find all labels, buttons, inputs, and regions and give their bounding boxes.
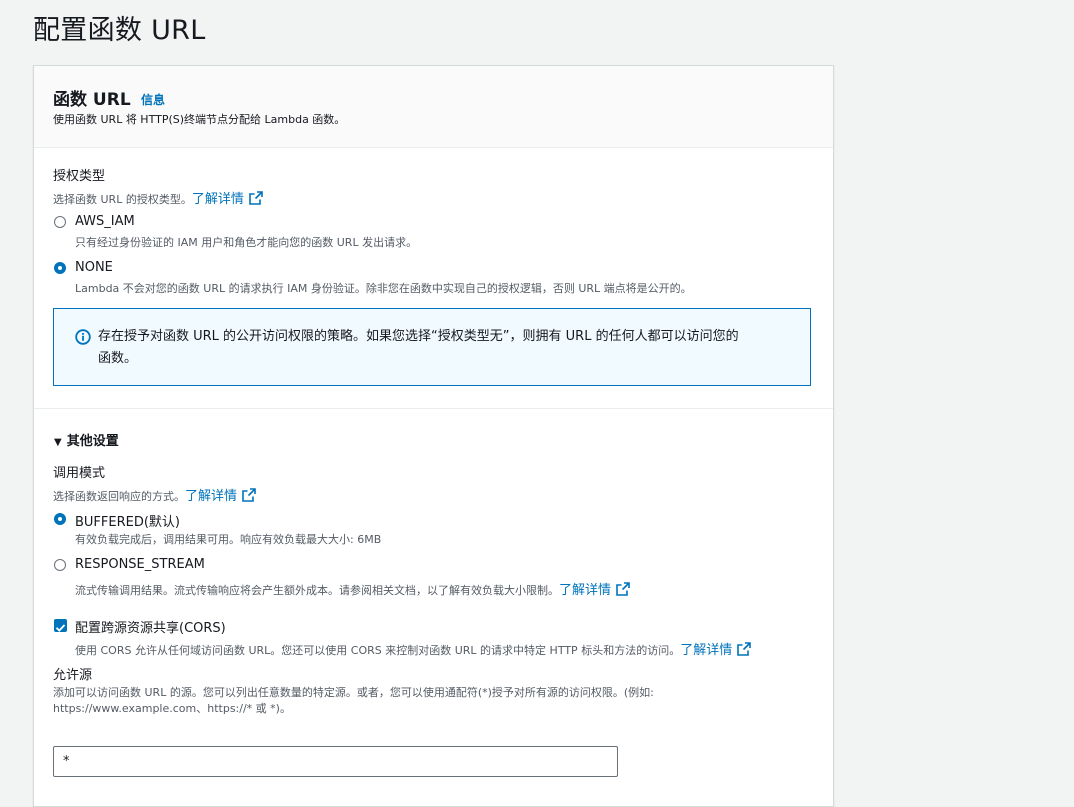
- alert-line-1: 存在授予对函数 URL 的公开访问权限的策略。如果您选择“授权类型无”，则拥有 …: [98, 329, 739, 344]
- invoke-learn-more-link[interactable]: 了解详情: [185, 488, 256, 504]
- radio-response-stream-label[interactable]: RESPONSE_STREAM: [75, 557, 205, 572]
- allow-origin-label: 允许源: [53, 668, 93, 683]
- stream-learn-more-text: 了解详情: [559, 583, 612, 598]
- radio-aws-iam[interactable]: [54, 216, 66, 228]
- cors-learn-more-link[interactable]: 了解详情: [680, 642, 752, 658]
- panel-title: 函数 URL: [53, 90, 131, 110]
- cors-label[interactable]: 配置跨源资源共享(CORS): [75, 617, 226, 636]
- radio-buffered-description: 有效负载完成后，调用结果可用。响应有效负载最大大小: 6MB: [75, 533, 382, 546]
- allow-origin-description: 添加可以访问函数 URL 的源。您可以列出任意数量的特定源。或者，您可以使用通配…: [53, 685, 654, 717]
- external-link-icon: [616, 582, 630, 596]
- invoke-learn-more-text: 了解详情: [185, 489, 238, 504]
- function-url-panel: 函数 URL 信息 使用函数 URL 将 HTTP(S)终端节点分配给 Lamb…: [33, 65, 834, 807]
- response-stream-description-text: 流式传输调用结果。流式传输响应将会产生额外成本。请参阅相关文档，以了解有效负载大…: [75, 584, 559, 597]
- external-link-icon: [242, 488, 256, 502]
- external-link-icon: [737, 642, 752, 656]
- auth-type-description-text: 选择函数 URL 的授权类型。: [53, 193, 192, 206]
- section-divider: [34, 408, 833, 409]
- public-access-alert: 存在授予对函数 URL 的公开访问权限的策略。如果您选择“授权类型无”，则拥有 …: [53, 308, 811, 386]
- allow-origin-description-line-1: 添加可以访问函数 URL 的源。您可以列出任意数量的特定源。或者，您可以使用通配…: [53, 686, 654, 699]
- auth-type-description: 选择函数 URL 的授权类型。了解详情: [53, 188, 263, 207]
- cors-description-text: 使用 CORS 允许从任何域访问函数 URL。您还可以使用 CORS 来控制对函…: [75, 644, 681, 657]
- radio-none[interactable]: [54, 262, 66, 274]
- invoke-mode-description: 选择函数返回响应的方式。了解详情: [53, 485, 256, 504]
- invoke-mode-label: 调用模式: [53, 466, 106, 481]
- additional-settings-label: 其他设置: [66, 434, 119, 449]
- invoke-mode-description-text: 选择函数返回响应的方式。: [53, 490, 185, 503]
- auth-type-label: 授权类型: [53, 169, 106, 184]
- cors-learn-more-text: 了解详情: [680, 643, 733, 658]
- stream-learn-more-link[interactable]: 了解详情: [559, 582, 630, 598]
- info-link[interactable]: 信息: [141, 91, 165, 108]
- radio-none-label[interactable]: NONE: [75, 260, 113, 275]
- allow-origin-input[interactable]: [53, 746, 618, 777]
- allow-origin-description-line-2: https://www.example.com、https://* 或 *)。: [53, 702, 291, 715]
- radio-response-stream-description: 流式传输调用结果。流式传输响应将会产生额外成本。请参阅相关文档，以了解有效负载大…: [75, 579, 630, 598]
- radio-buffered[interactable]: [54, 513, 66, 525]
- page-title: 配置函数 URL: [33, 15, 206, 46]
- panel-description: 使用函数 URL 将 HTTP(S)终端节点分配给 Lambda 函数。: [53, 113, 346, 126]
- radio-aws-iam-label[interactable]: AWS_IAM: [75, 214, 135, 229]
- radio-buffered-label[interactable]: BUFFERED(默认): [75, 511, 180, 530]
- radio-aws-iam-description: 只有经过身份验证的 IAM 用户和角色才能向您的函数 URL 发出请求。: [75, 236, 418, 249]
- cors-description: 使用 CORS 允许从任何域访问函数 URL。您还可以使用 CORS 来控制对函…: [75, 639, 752, 658]
- alert-line-2: 函数。: [98, 351, 138, 366]
- radio-response-stream[interactable]: [54, 559, 66, 571]
- external-link-icon: [249, 191, 263, 205]
- additional-settings-toggle[interactable]: ▼ 其他设置: [54, 430, 119, 449]
- panel-header: 函数 URL 信息 使用函数 URL 将 HTTP(S)终端节点分配给 Lamb…: [34, 66, 833, 148]
- cors-checkbox[interactable]: [54, 619, 67, 632]
- radio-none-description: Lambda 不会对您的函数 URL 的请求执行 IAM 身份验证。除非您在函数…: [75, 282, 692, 295]
- auth-learn-more-link[interactable]: 了解详情: [191, 191, 263, 207]
- info-icon: [75, 329, 91, 345]
- caret-down-icon: ▼: [54, 437, 62, 448]
- checkmark-icon: [55, 624, 66, 632]
- alert-text: 存在授予对函数 URL 的公开访问权限的策略。如果您选择“授权类型无”，则拥有 …: [98, 326, 798, 370]
- auth-learn-more-text: 了解详情: [191, 192, 244, 207]
